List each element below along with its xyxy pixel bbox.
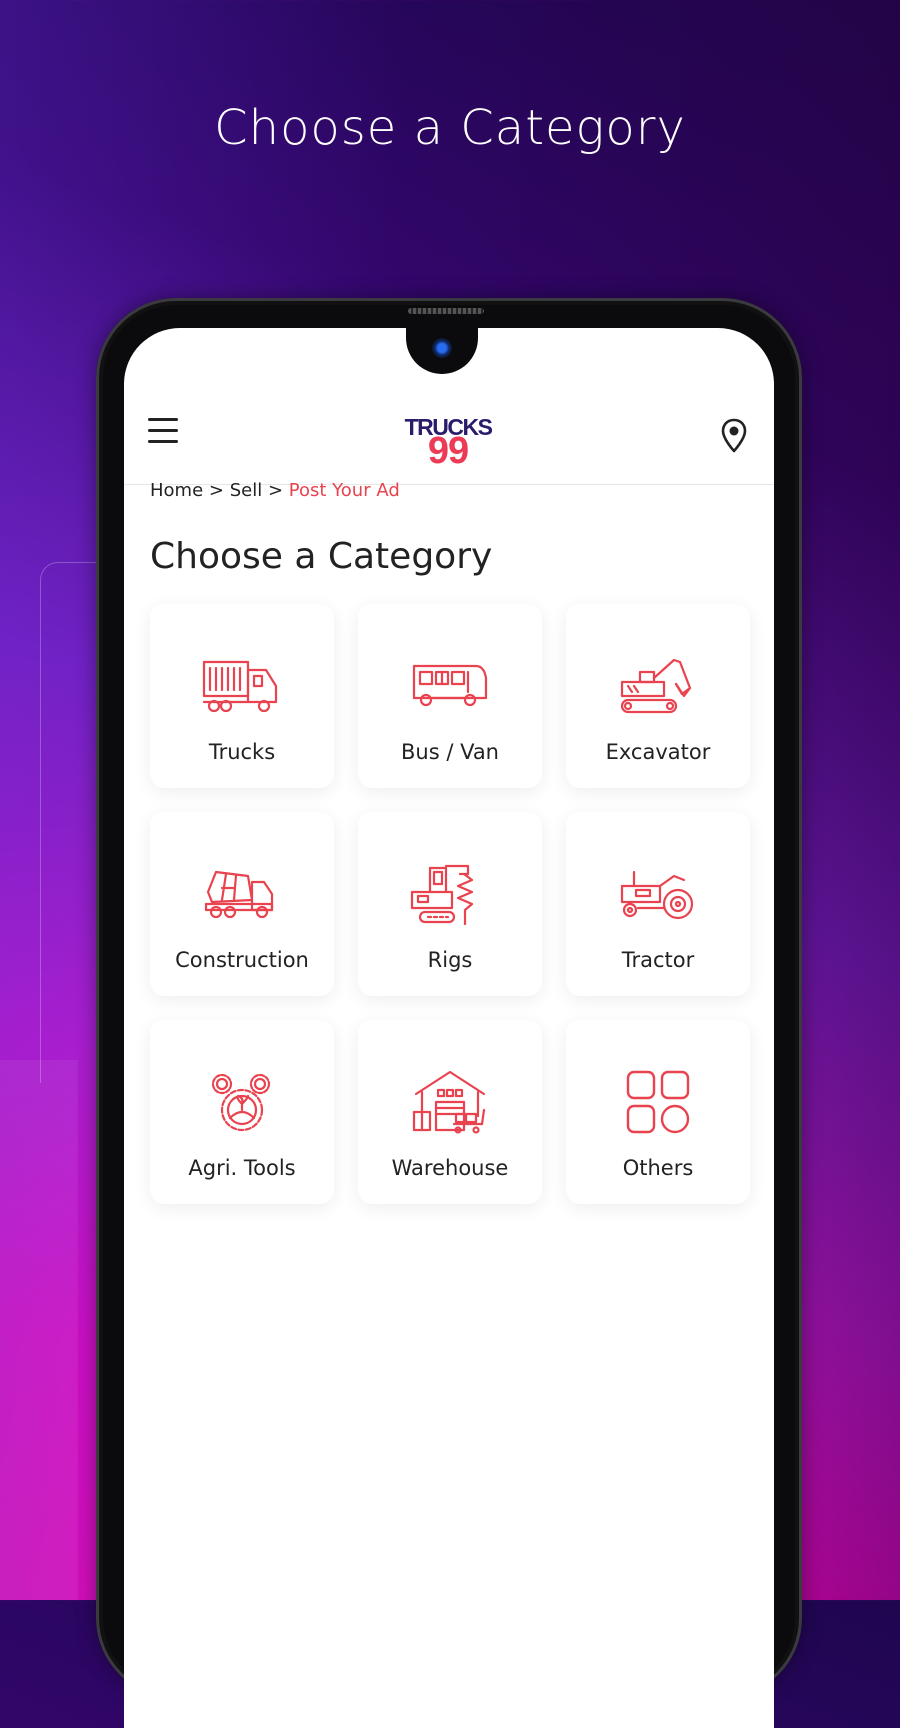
hamburger-menu-icon[interactable] [148,418,178,446]
category-card-tractor[interactable]: Tractor [566,812,750,996]
front-camera [432,338,452,358]
logo-text-99: 99 [427,430,469,472]
app-header: TRUCKS 99 [124,388,774,485]
page-title: Choose a Category [150,536,493,577]
excavator-icon [620,658,692,714]
cement-mixer-icon [204,870,274,919]
category-card-trucks[interactable]: Trucks [150,604,334,788]
phone-screen: TRUCKS 99 Home > Sell > Post Your Ad Cho… [124,328,774,1728]
category-card-excavator[interactable]: Excavator [566,604,750,788]
category-grid: Trucks Bus / Van Excavator Construction … [150,604,750,1204]
bus-icon [412,664,488,707]
phone-frame: TRUCKS 99 Home > Sell > Post Your Ad Cho… [96,298,802,1728]
drilling-rig-icon [410,864,474,926]
category-card-bus-van[interactable]: Bus / Van [358,604,542,788]
breadcrumb: Home > Sell > Post Your Ad [150,480,400,501]
decorative-building [0,1060,78,1600]
category-label: Rigs [427,948,473,972]
promo-title: Choose a Category [214,100,686,156]
breadcrumb-current: Post Your Ad [288,480,400,501]
category-card-agri-tools[interactable]: Agri. Tools [150,1020,334,1204]
category-card-rigs[interactable]: Rigs [358,812,542,996]
category-label: Tractor [621,948,695,972]
breadcrumb-home[interactable]: Home [150,480,203,501]
category-card-construction[interactable]: Construction [150,812,334,996]
category-card-others[interactable]: Others [566,1020,750,1204]
category-label: Others [622,1156,694,1180]
gears-plant-icon [211,1073,271,1132]
category-label: Warehouse [391,1156,509,1180]
truck-icon [202,660,278,713]
trucks99-logo[interactable]: TRUCKS 99 [402,416,494,472]
phone-speaker [408,308,484,314]
location-pin-icon[interactable] [720,418,748,454]
category-label: Bus / Van [401,740,499,764]
breadcrumb-separator: > [208,480,224,501]
decorative-outline [40,562,101,1083]
grid-icon [626,1070,690,1134]
category-card-warehouse[interactable]: Warehouse [358,1020,542,1204]
breadcrumb-sell[interactable]: Sell [230,480,263,501]
category-label: Excavator [605,740,711,764]
breadcrumb-separator: > [267,480,284,501]
warehouse-icon [412,1070,486,1134]
category-label: Agri. Tools [188,1156,296,1180]
category-label: Trucks [208,740,276,764]
camera-notch [406,328,478,374]
tractor-icon [620,870,694,920]
category-label: Construction [175,948,309,972]
